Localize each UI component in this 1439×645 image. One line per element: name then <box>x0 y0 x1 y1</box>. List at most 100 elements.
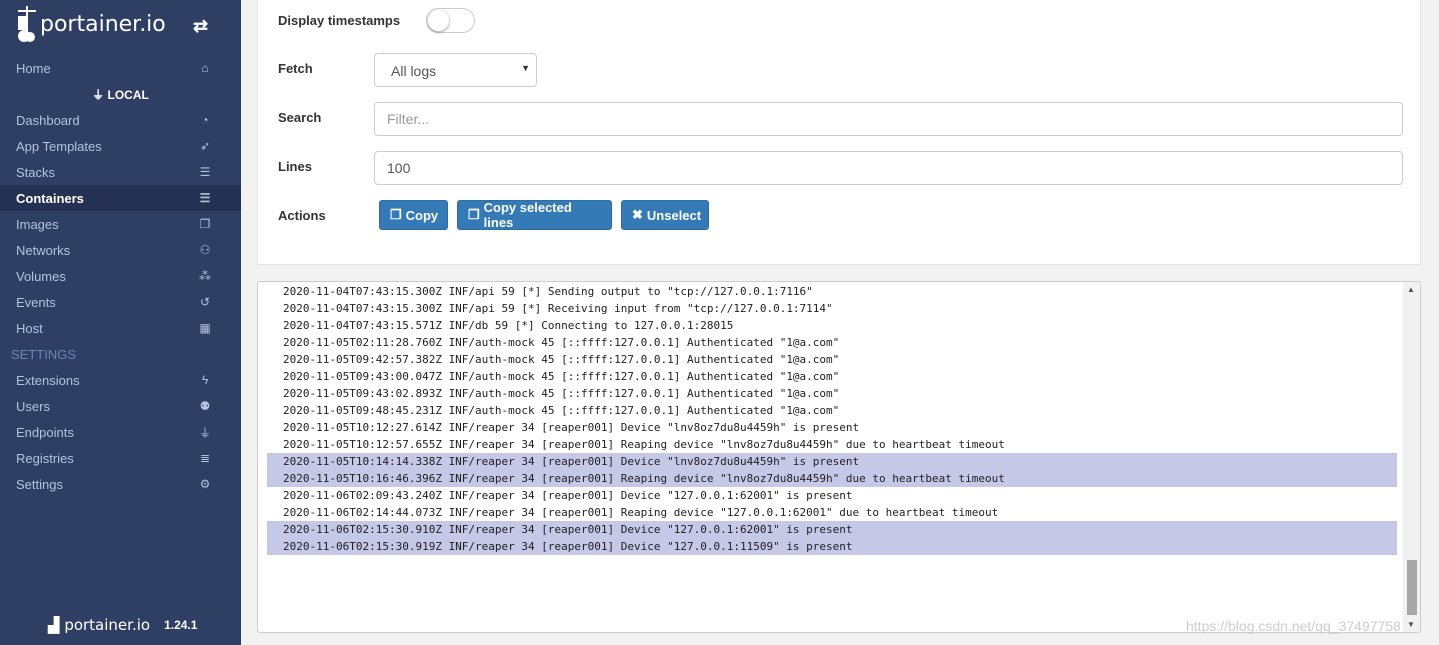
settings-header: SETTINGS <box>11 347 77 362</box>
sidebar-item-label: Containers <box>16 190 84 206</box>
clone-icon: ❐ <box>199 217 211 231</box>
sidebar-item-images[interactable]: Images ❐ <box>0 211 241 237</box>
sidebar-item-users[interactable]: Users ⚉ <box>0 393 241 419</box>
history-icon: ↺ <box>199 295 211 309</box>
toggle-knob <box>428 10 449 31</box>
sidebar-item-label: Stacks <box>16 164 56 180</box>
sidebar-item-label: App Templates <box>16 138 102 154</box>
scroll-up-icon[interactable]: ▲ <box>1407 285 1415 294</box>
lines-label: Lines <box>278 159 312 174</box>
footer-brand: ▟ portainer.io <box>48 616 151 634</box>
actions-label: Actions <box>278 208 326 223</box>
watermark: https://blog.csdn.net/qq_37497758 <box>1186 618 1401 634</box>
log-line[interactable]: 2020-11-05T10:12:57.655Z INF/reaper 34 [… <box>267 436 1397 453</box>
sidebar-toggle-icon[interactable]: ⇄ <box>193 16 208 37</box>
log-line[interactable]: 2020-11-05T09:48:45.231Z INF/auth-mock 4… <box>267 402 1397 419</box>
times-icon: ✖ <box>632 207 643 222</box>
fetch-select[interactable]: All logs ▼ <box>374 53 537 87</box>
sidebar-item-label: Extensions <box>16 372 80 388</box>
fetch-value: All logs <box>391 63 437 79</box>
log-line[interactable]: 2020-11-04T07:43:15.571Z INF/db 59 [*] C… <box>267 317 1397 334</box>
log-scrollbar[interactable]: ▲ ▼ <box>1403 282 1420 632</box>
sidebar-item-containers[interactable]: Containers ☰ <box>0 185 241 211</box>
log-settings-panel: Display timestamps Fetch All logs ▼ Searc… <box>257 0 1421 265</box>
endpoint-name: ⏚ LOCAL <box>0 86 241 103</box>
log-line[interactable]: 2020-11-04T07:43:15.300Z INF/api 59 [*] … <box>267 283 1397 300</box>
bolt-icon: ϟ <box>201 373 209 387</box>
log-line[interactable]: 2020-11-05T09:43:02.893Z INF/auth-mock 4… <box>267 385 1397 402</box>
sidebar-item-stacks[interactable]: Stacks ☰ <box>0 159 241 185</box>
server-icon: ☰ <box>199 191 211 205</box>
endpoint-label: LOCAL <box>107 88 149 102</box>
search-input[interactable] <box>374 102 1403 136</box>
th-list-icon: ☰ <box>199 165 211 179</box>
caret-down-icon: ▼ <box>521 63 530 73</box>
sidebar-item-label: Endpoints <box>16 424 74 440</box>
sidebar-item-label: Networks <box>16 242 71 258</box>
plug-icon: ⏚ <box>198 425 211 440</box>
timestamps-label: Display timestamps <box>278 13 401 28</box>
portainer-logo[interactable]: portainer.io <box>16 4 166 44</box>
sidebar: portainer.io ⇄ Home ⌂ ⏚ LOCAL Dashboard ◔ A… <box>0 0 241 645</box>
log-line[interactable]: 2020-11-06T02:14:44.073Z INF/reaper 34 [… <box>267 504 1397 521</box>
log-line[interactable]: 2020-11-04T07:43:15.300Z INF/api 59 [*] … <box>267 300 1397 317</box>
sidebar-item-label: Registries <box>16 450 74 466</box>
copy-button[interactable]: ❐ Copy <box>379 200 448 230</box>
log-line[interactable]: 2020-11-05T10:14:14.338Z INF/reaper 34 [… <box>267 453 1397 470</box>
sidebar-footer: ▟ portainer.io 1.24.1 <box>48 616 197 634</box>
portainer-logo-icon <box>18 6 36 42</box>
timestamps-toggle[interactable] <box>426 8 475 33</box>
search-label: Search <box>278 110 322 125</box>
sidebar-item-label: Home <box>16 60 51 76</box>
log-line[interactable]: 2020-11-06T02:15:30.919Z INF/reaper 34 [… <box>267 538 1397 555</box>
brand-name: portainer.io <box>40 11 166 37</box>
plug-icon: ⏚ <box>92 88 105 102</box>
copy-label: Copy <box>405 207 439 223</box>
log-line[interactable]: 2020-11-05T10:16:46.396Z INF/reaper 34 [… <box>267 470 1397 487</box>
sidebar-item-label: Users <box>16 398 50 414</box>
rocket-icon: ➶ <box>199 139 211 153</box>
cubes-icon: ⁂ <box>199 269 211 283</box>
lines-input[interactable] <box>374 151 1403 185</box>
sidebar-item-events[interactable]: Events ↺ <box>0 289 241 315</box>
copy-selected-button[interactable]: ❐ Copy selected lines <box>457 200 612 230</box>
sidebar-item-host[interactable]: Host ▦ <box>0 315 241 341</box>
log-line[interactable]: 2020-11-05T10:12:27.614Z INF/reaper 34 [… <box>267 419 1397 436</box>
users-icon: ⚉ <box>199 399 211 413</box>
log-line[interactable]: 2020-11-06T02:15:30.910Z INF/reaper 34 [… <box>267 521 1397 538</box>
sitemap-icon: ⚇ <box>199 243 211 257</box>
unselect-button[interactable]: ✖ Unselect <box>621 200 709 230</box>
sidebar-item-settings[interactable]: Settings ⚙ <box>0 471 241 497</box>
home-icon: ⌂ <box>201 61 209 75</box>
copy-icon: ❐ <box>468 207 480 222</box>
sidebar-item-label: Host <box>16 320 43 336</box>
database-icon: ≣ <box>199 451 211 465</box>
log-line[interactable]: 2020-11-05T02:11:28.760Z INF/auth-mock 4… <box>267 334 1397 351</box>
copy-icon: ❐ <box>390 207 402 222</box>
sidebar-item-home[interactable]: Home ⌂ <box>0 55 241 81</box>
scroll-down-icon[interactable]: ▼ <box>1407 620 1415 629</box>
scrollbar-thumb[interactable] <box>1407 560 1417 615</box>
log-line[interactable]: 2020-11-06T02:09:43.240Z INF/reaper 34 [… <box>267 487 1397 504</box>
tachometer-icon: ◔ <box>201 113 209 127</box>
footer-brand-text: portainer.io <box>64 616 151 634</box>
sidebar-item-label: Volumes <box>16 268 66 284</box>
sidebar-item-endpoints[interactable]: Endpoints ⏚ <box>0 419 241 445</box>
th-icon: ▦ <box>199 321 211 335</box>
log-viewer[interactable]: 2020-11-04T07:43:15.300Z INF/api 59 [*] … <box>257 281 1421 633</box>
sidebar-item-networks[interactable]: Networks ⚇ <box>0 237 241 263</box>
copy-selected-label: Copy selected lines <box>483 200 572 230</box>
sidebar-item-registries[interactable]: Registries ≣ <box>0 445 241 471</box>
unselect-label: Unselect <box>646 207 702 223</box>
sidebar-item-label: Dashboard <box>16 112 80 128</box>
sidebar-item-extensions[interactable]: Extensions ϟ <box>0 367 241 393</box>
sidebar-item-volumes[interactable]: Volumes ⁂ <box>0 263 241 289</box>
sidebar-item-app-templates[interactable]: App Templates ➶ <box>0 133 241 159</box>
fetch-label: Fetch <box>278 61 313 76</box>
version: 1.24.1 <box>164 618 198 632</box>
log-line[interactable]: 2020-11-05T09:42:57.382Z INF/auth-mock 4… <box>267 351 1397 368</box>
cogs-icon: ⚙ <box>199 477 211 491</box>
sidebar-item-label: Events <box>16 294 56 310</box>
log-line[interactable]: 2020-11-05T09:43:00.047Z INF/auth-mock 4… <box>267 368 1397 385</box>
sidebar-item-dashboard[interactable]: Dashboard ◔ <box>0 107 241 133</box>
